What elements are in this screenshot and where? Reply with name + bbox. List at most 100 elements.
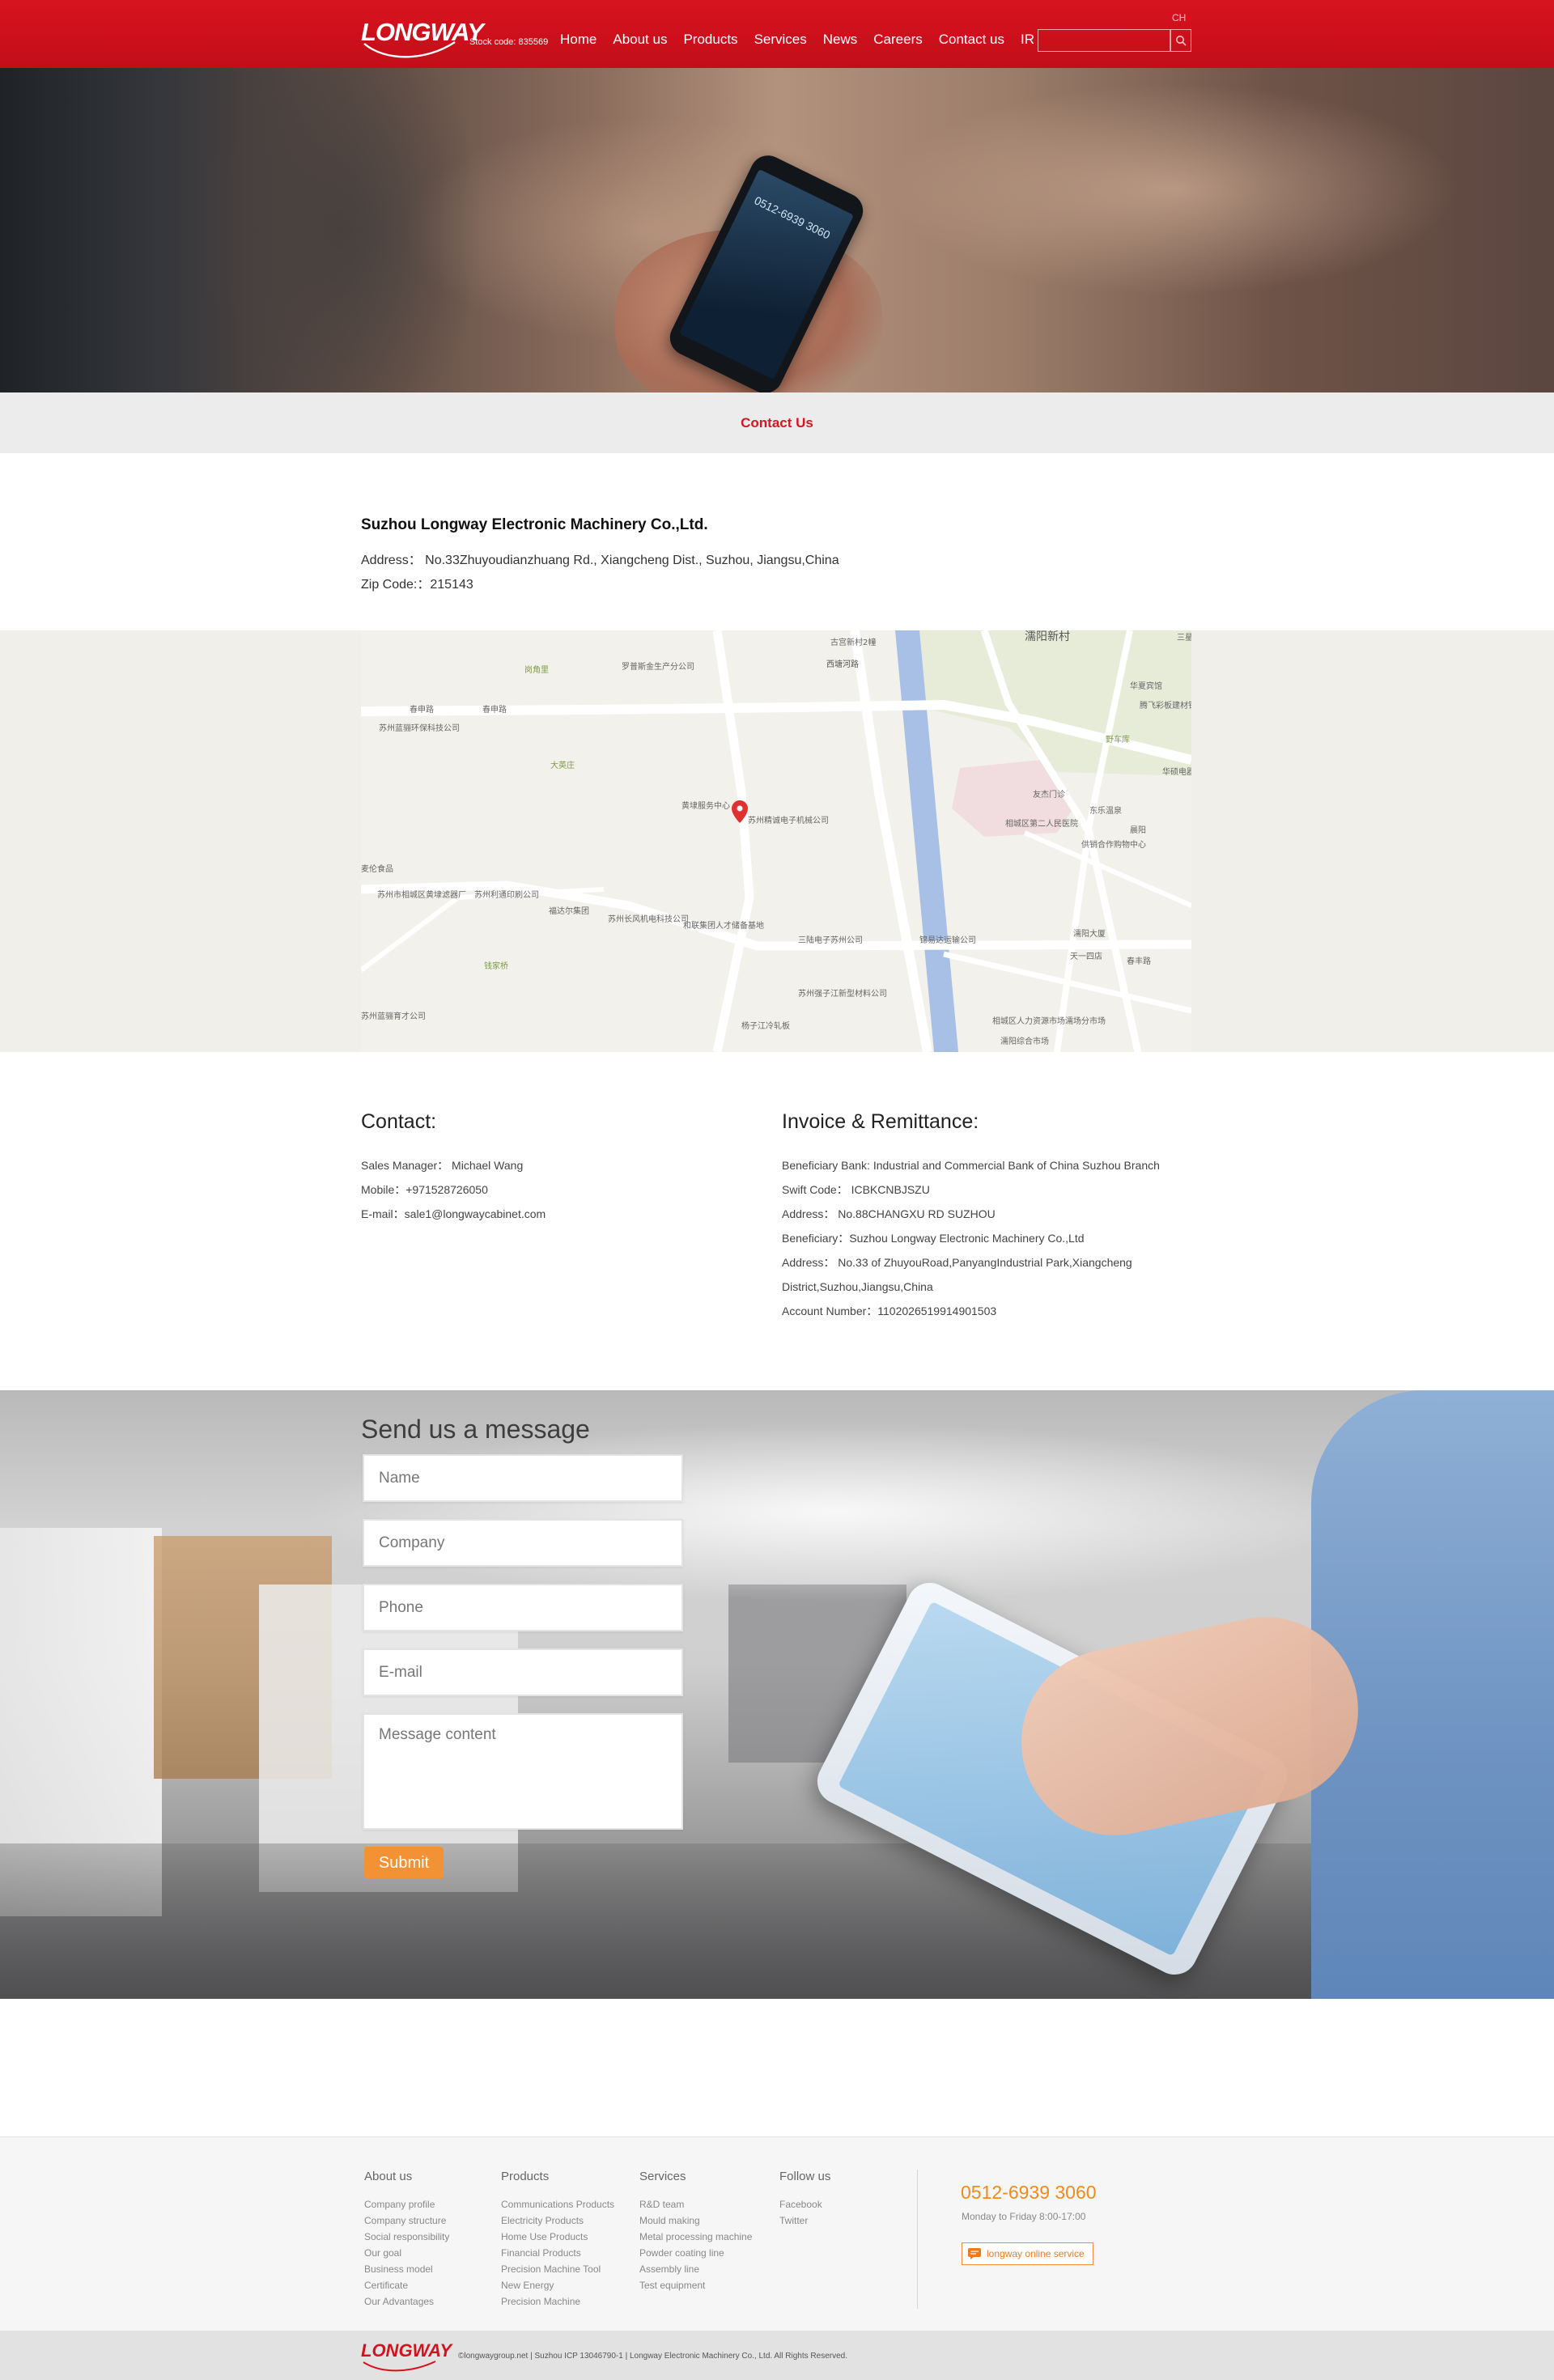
- nav-home[interactable]: Home: [560, 32, 597, 48]
- map-band: 春申路 春申路 西塘河路 古宫新村2幢 濡阳新村 三星 苏州蓝骊环保科技公司 岗…: [0, 630, 1554, 1052]
- footer-link[interactable]: Company profile: [364, 2196, 449, 2212]
- search-input[interactable]: [1038, 29, 1170, 52]
- company-address: Address： No.33Zhuyoudianzhuang Rd., Xian…: [361, 554, 839, 567]
- section-title: Contact Us: [741, 414, 813, 431]
- map-label: 三陆电子苏州公司: [798, 935, 863, 945]
- hero-background-blur: [890, 84, 1457, 295]
- footer-link[interactable]: Powder coating line: [639, 2245, 752, 2261]
- footer-link[interactable]: Company structure: [364, 2212, 449, 2229]
- map-label: 钱家桥: [484, 961, 508, 971]
- footer-link[interactable]: Electricity Products: [501, 2212, 614, 2229]
- company-zip: Zip Code:：215143: [361, 578, 473, 592]
- footer-link[interactable]: Mould making: [639, 2212, 752, 2229]
- footer-column-services: Services R&D team Mould making Metal pro…: [639, 2170, 752, 2293]
- footer-link[interactable]: New Energy: [501, 2277, 614, 2293]
- footer-link[interactable]: Financial Products: [501, 2245, 614, 2261]
- contact-column: Contact: Sales Manager： Michael Wang Mob…: [361, 1110, 717, 1226]
- location-map[interactable]: 春申路 春申路 西塘河路 古宫新村2幢 濡阳新村 三星 苏州蓝骊环保科技公司 岗…: [361, 630, 1191, 1052]
- section-title-bar: Contact Us: [0, 392, 1554, 453]
- footer-link[interactable]: Metal processing machine: [639, 2229, 752, 2245]
- map-label: 大英庄: [550, 760, 575, 770]
- invoice-column: Invoice & Remittance: Beneficiary Bank: …: [782, 1110, 1203, 1323]
- footer-link[interactable]: Home Use Products: [501, 2229, 614, 2245]
- footer-link[interactable]: Social responsibility: [364, 2229, 449, 2245]
- invoice-swift: Swift Code： ICBKCNBJSZU: [782, 1183, 930, 1196]
- footer-link[interactable]: Assembly line: [639, 2261, 752, 2277]
- nav-contact-us[interactable]: Contact us: [939, 32, 1004, 48]
- logo[interactable]: LONGWAY: [361, 18, 484, 62]
- map-label: 春申路: [482, 704, 507, 715]
- map-label: 杨子江冷轧板: [741, 1020, 790, 1031]
- footer-link[interactable]: Test equipment: [639, 2277, 752, 2293]
- map-label: 华硕电器: [1162, 766, 1191, 777]
- footer-link[interactable]: Our Advantages: [364, 2293, 449, 2310]
- map-label: 黄埭服务中心: [681, 800, 730, 811]
- email-field[interactable]: [363, 1648, 683, 1696]
- contact-sales-manager: Sales Manager： Michael Wang: [361, 1159, 524, 1172]
- footer-link-facebook[interactable]: Facebook: [779, 2196, 830, 2212]
- invoice-bank-address: Address： No.88CHANGXU RD SUZHOU: [782, 1207, 996, 1220]
- nav-services[interactable]: Services: [754, 32, 807, 48]
- map-label: 罗普斯金生产分公司: [622, 661, 694, 672]
- map-label: 苏州利通印刷公司: [474, 889, 539, 900]
- message-field[interactable]: [363, 1713, 683, 1830]
- footer-heading: Follow us: [779, 2170, 831, 2183]
- map-label: 苏州长风机电科技公司: [608, 914, 689, 924]
- company-field[interactable]: [363, 1519, 683, 1567]
- footer-link[interactable]: Business model: [364, 2261, 449, 2277]
- search-icon: [1176, 36, 1187, 46]
- nav-products[interactable]: Products: [683, 32, 737, 48]
- map-label: 苏州强子江新型材料公司: [798, 988, 887, 999]
- footer-link[interactable]: R&D team: [639, 2196, 752, 2212]
- submit-button[interactable]: Submit: [364, 1847, 444, 1879]
- map-label: 锦易达运输公司: [919, 935, 976, 945]
- footer-column-about: About us Company profile Company structu…: [364, 2170, 449, 2310]
- company-name: Suzhou Longway Electronic Machinery Co.,…: [361, 516, 708, 533]
- map-label: 西塘河路: [826, 659, 859, 669]
- nav-news[interactable]: News: [823, 32, 858, 48]
- page: LONGWAY Stock code: 835569 Home About us…: [0, 0, 1554, 2380]
- footer-logo-swoosh-icon: [363, 2361, 436, 2372]
- map-label: 苏州蓝骊育才公司: [361, 1011, 426, 1021]
- language-switch[interactable]: CH: [1172, 12, 1186, 23]
- footer-link-twitter[interactable]: Twitter: [779, 2212, 830, 2229]
- map-label: 福达尔集团: [549, 906, 589, 916]
- search-button[interactable]: [1170, 29, 1191, 52]
- company-info: Suzhou Longway Electronic Machinery Co.,…: [361, 516, 1089, 597]
- nav-careers[interactable]: Careers: [873, 32, 922, 48]
- invoice-address-cont: District,Suzhou,Jiangsu,China: [782, 1280, 933, 1293]
- name-field[interactable]: [363, 1454, 683, 1502]
- footer-link[interactable]: Communications Products: [501, 2196, 614, 2212]
- phone-field[interactable]: [363, 1584, 683, 1631]
- nav-ir[interactable]: IR: [1021, 32, 1034, 48]
- footer-hours: Monday to Friday 8:00-17:00: [962, 2211, 1086, 2222]
- footer-link[interactable]: Precision Machine: [501, 2293, 614, 2310]
- map-label: 濡阳综合市场: [1000, 1036, 1049, 1046]
- footer-link[interactable]: Precision Machine Tool: [501, 2261, 614, 2277]
- map-label: 古宫新村2幢: [830, 637, 876, 647]
- map-label: 腾飞彩板建材钢构: [1140, 700, 1191, 711]
- map-label: 苏州市相城区黄埭滤器厂: [377, 889, 466, 900]
- site-footer: About us Company profile Company structu…: [0, 2136, 1554, 2331]
- footer-divider: [917, 2170, 918, 2309]
- footer-link[interactable]: Certificate: [364, 2277, 449, 2293]
- footer-heading: Products: [501, 2170, 550, 2183]
- map-label: 野车库: [1106, 734, 1130, 745]
- contact-mobile: Mobile：+971528726050: [361, 1183, 488, 1196]
- contact-email[interactable]: E-mail：sale1@longwaycabinet.com: [361, 1202, 717, 1226]
- map-label: 友杰门诊: [1033, 789, 1065, 800]
- footer-link[interactable]: Our goal: [364, 2245, 449, 2261]
- map-label: 麦伦食品: [361, 863, 393, 874]
- invoice-account: Account Number：1102026519914901503: [782, 1305, 997, 1317]
- invoice-beneficiary: Beneficiary：Suzhou Longway Electronic Ma…: [782, 1232, 1085, 1245]
- chat-bubble-icon: [968, 2248, 981, 2259]
- nav-about-us[interactable]: About us: [613, 32, 667, 48]
- map-label: 相城区人力资源市场濡场分市场: [992, 1016, 1106, 1026]
- invoice-address: Address： No.33 of ZhuyouRoad,PanyangIndu…: [782, 1256, 1132, 1269]
- footer-heading: About us: [364, 2170, 413, 2183]
- map-label: 供销合作购物中心: [1081, 839, 1146, 850]
- online-service-button[interactable]: longway online service: [962, 2242, 1093, 2265]
- map-label: 相城区第二人民医院: [1005, 818, 1078, 829]
- footer-heading: Services: [639, 2170, 686, 2183]
- bottom-bar: LONGWAY ©longwaygroup.net | Suzhou ICP 1…: [0, 2331, 1554, 2380]
